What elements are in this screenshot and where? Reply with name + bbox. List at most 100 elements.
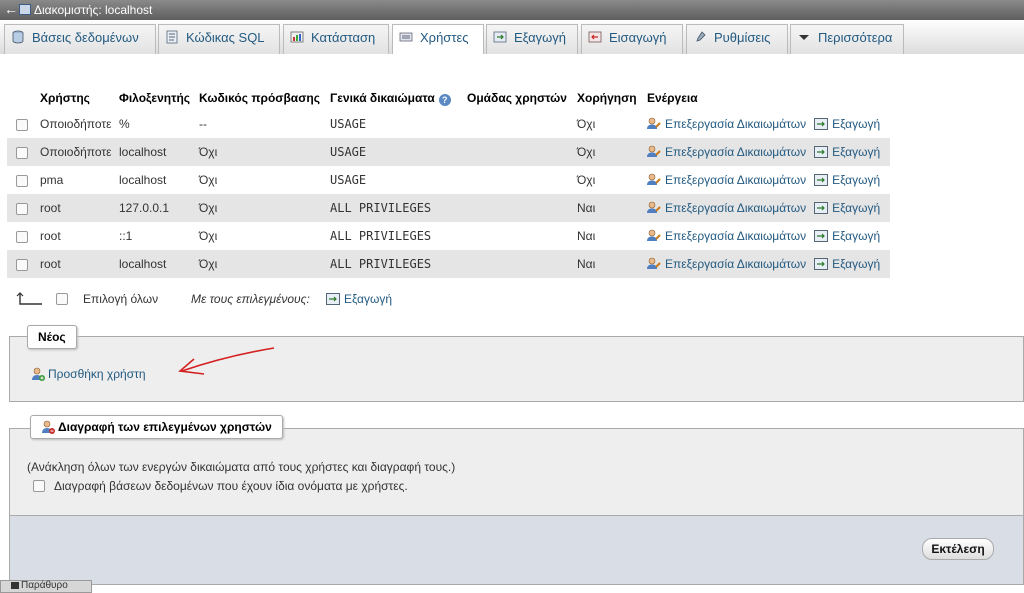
export-row-label: Εξαγωγή [832, 145, 881, 159]
tab-underline [0, 54, 1024, 62]
window-icon [11, 582, 19, 589]
delete-legend: Διαγραφή των επιλεγμένων χρηστών [30, 415, 283, 439]
export-row-link[interactable]: Εξαγωγή [814, 201, 880, 215]
row-checkbox-cell [7, 138, 37, 166]
edit-privileges-link[interactable]: Επεξεργασία Δικαιωμάτων [647, 173, 806, 187]
export-row-link[interactable]: Εξαγωγή [814, 229, 880, 243]
edit-privileges-link[interactable]: Επεξεργασία Δικαιωμάτων [647, 201, 806, 215]
edit-privileges-icon [647, 173, 661, 185]
export-icon [814, 258, 829, 270]
cell-grant: Όχι [574, 109, 644, 138]
tab-settings[interactable]: Ρυθμίσεις [686, 24, 788, 54]
export-icon [326, 293, 340, 305]
tab-label: Ρυθμίσεις [714, 30, 771, 45]
row-checkbox[interactable] [16, 118, 28, 131]
edit-privileges-label: Επεξεργασία Δικαιωμάτων [665, 257, 807, 271]
select-all-label[interactable]: Επιλογή όλων [83, 292, 158, 306]
go-button[interactable]: Εκτέλεση [922, 538, 994, 560]
back-arrow-icon[interactable]: ← [4, 1, 18, 17]
edit-privileges-icon [647, 145, 661, 157]
bulk-export-link[interactable]: Εξαγωγή [326, 292, 392, 306]
tab-export[interactable]: Εξαγωγή [486, 24, 578, 54]
drop-db-checkbox[interactable] [33, 480, 45, 492]
cell-privileges: ALL PRIVILEGES [327, 222, 464, 250]
settings-icon [696, 31, 706, 42]
help-icon[interactable]: ? [438, 93, 451, 106]
drop-db-label[interactable]: Διαγραφή βάσεων δεδομένων που έχουν ίδια… [54, 479, 408, 493]
export-row-label: Εξαγωγή [832, 229, 881, 243]
cell-actions: Επεξεργασία Δικαιωμάτων Εξαγωγή [644, 138, 890, 166]
import-icon [588, 31, 602, 43]
select-all-checkbox[interactable] [56, 293, 68, 305]
cell-host: localhost [116, 166, 196, 194]
cell-password: Όχι [196, 250, 327, 278]
new-user-fieldset [9, 336, 1024, 402]
window-titlebar: ← Διακομιστής: localhost [0, 0, 1024, 20]
tab-import[interactable]: Εισαγωγή [581, 24, 683, 54]
tab-label: Κώδικας SQL [186, 30, 265, 45]
edit-privileges-link[interactable]: Επεξεργασία Δικαιωμάτων [647, 257, 806, 271]
header-user[interactable]: Χρήστης [37, 87, 116, 110]
edit-privileges-label: Επεξεργασία Δικαιωμάτων [665, 145, 807, 159]
cell-user: root [37, 222, 116, 250]
add-user-link[interactable]: Προσθήκη χρήστη [31, 367, 146, 381]
cell-grant: Ναι [574, 194, 644, 222]
edit-privileges-icon [647, 201, 661, 213]
tab-label: Περισσότερα [818, 30, 893, 45]
export-row-link[interactable]: Εξαγωγή [814, 173, 880, 187]
edit-privileges-link[interactable]: Επεξεργασία Δικαιωμάτων [647, 145, 806, 159]
header-password[interactable]: Κωδικός πρόσβασης [196, 87, 327, 110]
bulk-export-label: Εξαγωγή [344, 292, 393, 306]
table-row: root localhost Όχι ALL PRIVILEGES Ναι Επεξεργ… [7, 250, 890, 278]
row-checkbox[interactable] [16, 202, 28, 215]
row-checkbox[interactable] [16, 230, 28, 243]
export-icon [814, 230, 829, 242]
cell-grant: Όχι [574, 138, 644, 166]
cell-user-group [464, 194, 574, 222]
tab-status[interactable]: Κατάσταση [283, 24, 389, 54]
cell-user-group [464, 166, 574, 194]
cell-actions: Επεξεργασία Δικαιωμάτων Εξαγωγή [644, 166, 890, 194]
tab-more[interactable]: Περισσότερα [790, 24, 904, 54]
export-row-label: Εξαγωγή [832, 173, 881, 187]
export-row-link[interactable]: Εξαγωγή [814, 145, 880, 159]
cell-user-group [464, 250, 574, 278]
header-global-privileges-label: Γενικά δικαιώματα [330, 90, 435, 105]
row-checkbox-cell [7, 109, 37, 138]
cell-grant: Ναι [574, 250, 644, 278]
row-checkbox[interactable] [16, 258, 28, 271]
table-row: Οποιοδήποτε% -- USAGE Όχι Επεξεργασία Δικαιω… [7, 109, 890, 138]
new-legend: Νέος [27, 325, 77, 349]
server-icon [19, 4, 31, 15]
row-checkbox[interactable] [16, 146, 28, 159]
header-checkbox [7, 87, 37, 110]
row-checkbox-cell [7, 222, 37, 250]
header-user-group[interactable]: Ομάδας χρηστών [464, 87, 574, 110]
export-row-link[interactable]: Εξαγωγή [814, 257, 880, 271]
tab-databases[interactable]: Βάσεις δεδομένων [4, 24, 156, 54]
cell-password: Όχι [196, 138, 327, 166]
export-row-link[interactable]: Εξαγωγή [814, 117, 880, 131]
cell-actions: Επεξεργασία Δικαιωμάτων Εξαγωγή [644, 109, 890, 138]
edit-privileges-icon [647, 257, 661, 269]
header-global-privileges[interactable]: Γενικά δικαιώματα? [327, 87, 464, 110]
cell-actions: Επεξεργασία Δικαιωμάτων Εξαγωγή [644, 250, 890, 278]
edit-privileges-link[interactable]: Επεξεργασία Δικαιωμάτων [647, 229, 806, 243]
cell-user: pma [37, 166, 116, 194]
header-grant[interactable]: Χορήγηση [574, 87, 644, 110]
cell-password: Όχι [196, 194, 327, 222]
header-host[interactable]: Φιλοξενητής [116, 87, 196, 110]
tab-sql[interactable]: Κώδικας SQL [158, 24, 280, 54]
row-checkbox[interactable] [16, 174, 28, 187]
edit-privileges-link[interactable]: Επεξεργασία Δικαιωμάτων [647, 117, 806, 131]
tab-users[interactable]: Χρήστες [392, 24, 484, 55]
delete-user-icon [42, 420, 55, 434]
export-icon [814, 118, 829, 130]
cell-grant: Όχι [574, 166, 644, 194]
cell-grant: Ναι [574, 222, 644, 250]
delete-footer [9, 516, 1024, 585]
status-bar: Παράθυρο [0, 580, 92, 593]
row-checkbox-cell [7, 166, 37, 194]
cell-user-group [464, 138, 574, 166]
users-icon [399, 32, 413, 42]
